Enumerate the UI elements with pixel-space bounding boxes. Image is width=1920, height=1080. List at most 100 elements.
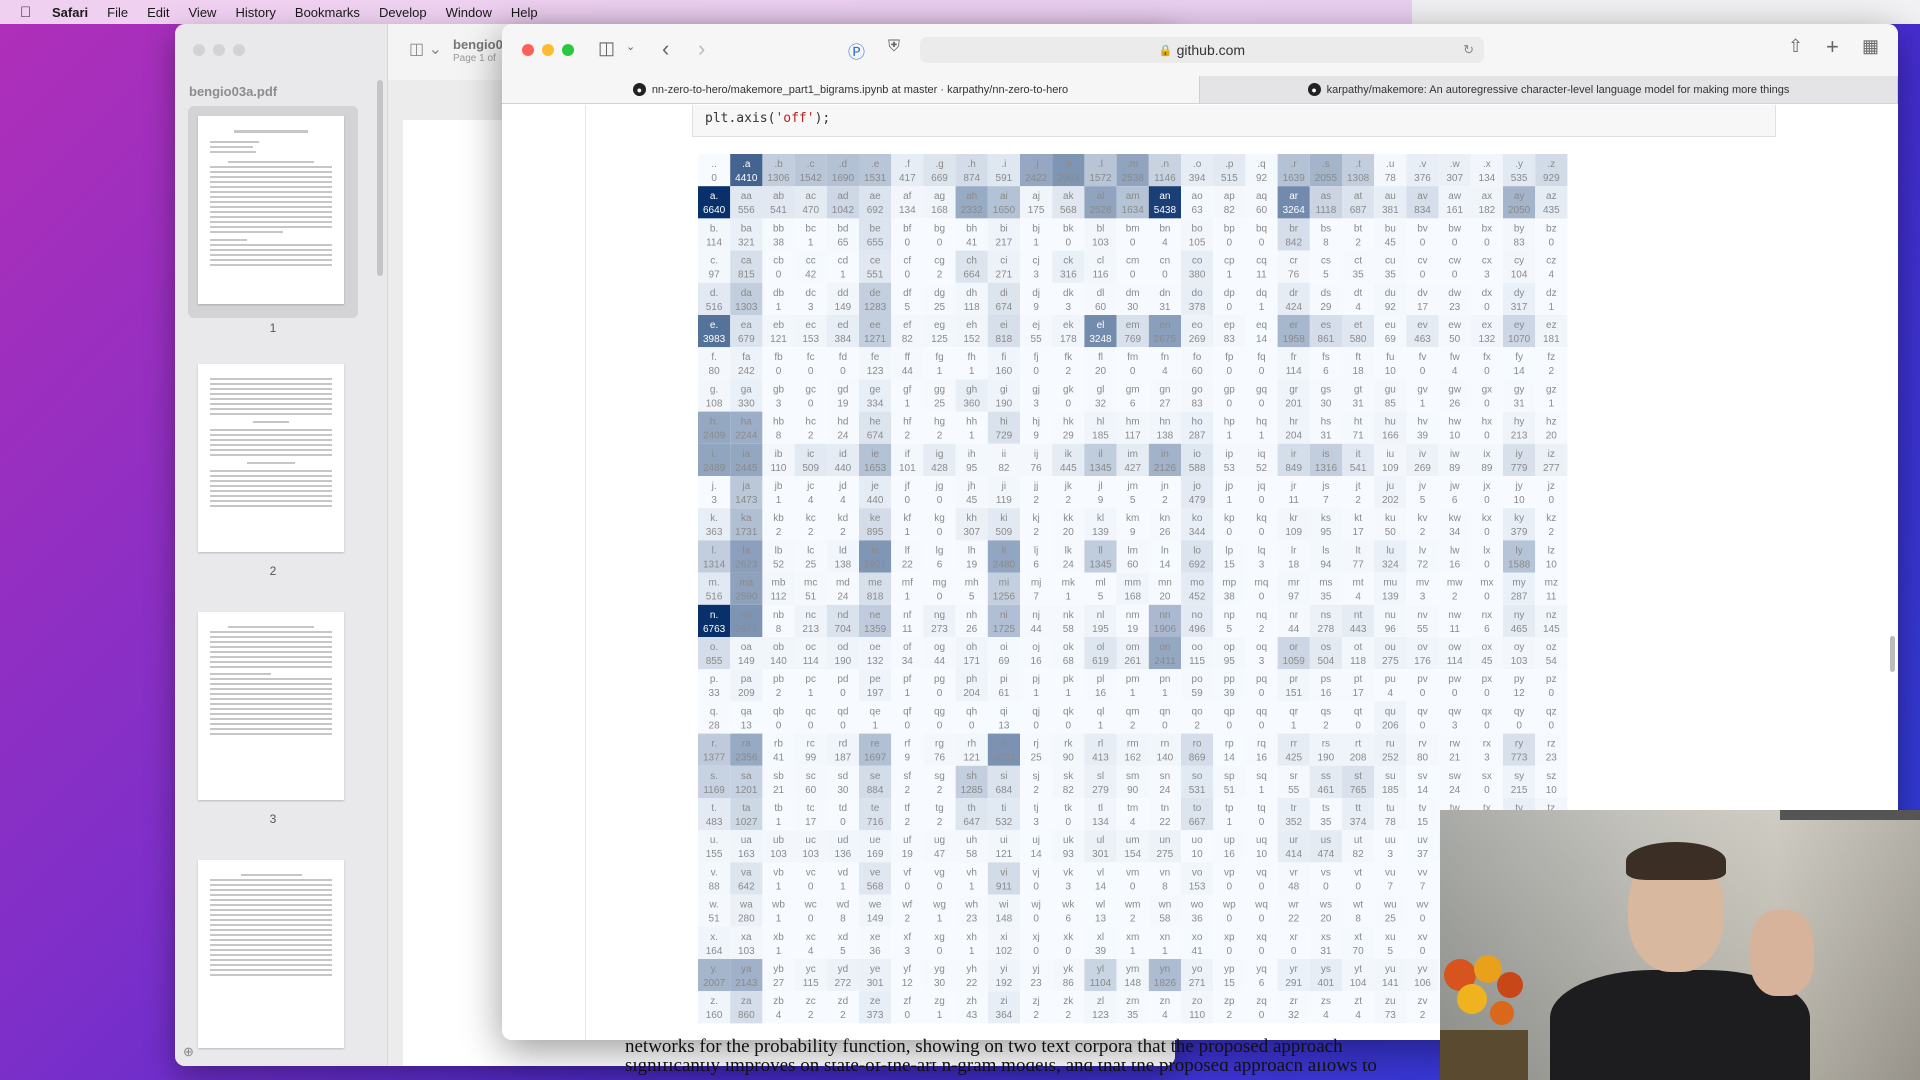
cell-bigram-label: .d bbox=[839, 159, 847, 170]
cell-bigram-label: tq bbox=[1257, 803, 1265, 814]
cell-bigram-label: dq bbox=[1256, 288, 1267, 299]
cell-count-label: 116 bbox=[1093, 270, 1109, 281]
menu-app-name[interactable]: Safari bbox=[52, 5, 88, 20]
cell-count-label: 5438 bbox=[1154, 205, 1177, 216]
cell-bigram-label: il bbox=[1098, 449, 1102, 460]
cell-count-label: 0 bbox=[1033, 720, 1039, 731]
cell-count-label: 6 bbox=[1259, 978, 1265, 989]
sidebar-scrollbar[interactable] bbox=[377, 80, 383, 276]
tab-notebook[interactable]: ● nn-zero-to-hero/makemore_part1_bigrams… bbox=[502, 76, 1200, 103]
cell-bigram-label: sz bbox=[1546, 771, 1556, 782]
cell-count-label: 655 bbox=[867, 237, 884, 248]
cell-bigram-label: ij bbox=[1034, 449, 1038, 460]
cell-bigram-label: us bbox=[1321, 835, 1332, 846]
cell-count-label: 32 bbox=[1095, 398, 1107, 409]
menu-develop[interactable]: Develop bbox=[379, 5, 427, 20]
cell-bigram-label: eg bbox=[934, 320, 945, 331]
cell-count-label: 0 bbox=[905, 881, 911, 892]
cell-bigram-label: kx bbox=[1482, 513, 1492, 524]
cell-bigram-label: gm bbox=[1126, 384, 1140, 395]
cell-bigram-label: qm bbox=[1126, 706, 1140, 717]
menu-window[interactable]: Window bbox=[446, 5, 492, 20]
preview-zoom-button[interactable] bbox=[233, 44, 245, 56]
cell-bigram-label: bj bbox=[1032, 223, 1040, 234]
cell-count-label: 0 bbox=[840, 688, 846, 699]
cell-count-label: 82 bbox=[1224, 205, 1236, 216]
password-manager-icon[interactable]: Ⓟ bbox=[848, 38, 865, 63]
preview-close-button[interactable] bbox=[193, 44, 205, 56]
cell-count-label: 8 bbox=[776, 624, 782, 635]
reload-icon[interactable]: ↻ bbox=[1463, 42, 1474, 58]
cell-bigram-label: mu bbox=[1383, 578, 1397, 589]
tab-overview-icon[interactable]: ▦ bbox=[1862, 36, 1879, 57]
cell-bigram-label: sx bbox=[1482, 771, 1492, 782]
cell-count-label: 178 bbox=[1060, 334, 1077, 345]
cell-count-label: 39 bbox=[1224, 688, 1236, 699]
cell-bigram-label: gf bbox=[903, 384, 912, 395]
close-button[interactable] bbox=[522, 44, 534, 56]
menu-help[interactable]: Help bbox=[511, 5, 538, 20]
cell-bigram-label: nd bbox=[837, 610, 848, 621]
cell-count-label: 330 bbox=[738, 398, 755, 409]
cell-bigram-label: .z bbox=[1547, 159, 1555, 170]
code-cell[interactable]: plt.axis('off'); bbox=[692, 105, 1776, 137]
preview-minimize-button[interactable] bbox=[213, 44, 225, 56]
cell-bigram-label: ax bbox=[1482, 191, 1493, 202]
cell-bigram-label: mq bbox=[1255, 578, 1269, 589]
chevron-down-icon[interactable]: ⌄ bbox=[626, 40, 635, 53]
zoom-button[interactable] bbox=[562, 44, 574, 56]
cell-count-label: 89 bbox=[1481, 463, 1493, 474]
page-thumbnail-2[interactable]: 2 bbox=[188, 354, 358, 578]
cell-bigram-label: je bbox=[870, 481, 879, 492]
cell-bigram-label: es bbox=[1321, 320, 1332, 331]
cell-bigram-label: sq bbox=[1256, 771, 1267, 782]
shield-icon[interactable]: ⛨ bbox=[888, 38, 900, 56]
menu-edit[interactable]: Edit bbox=[147, 5, 169, 20]
cell-count-label: 1725 bbox=[993, 624, 1016, 635]
cell-bigram-label: hp bbox=[1224, 417, 1236, 428]
add-page-icon[interactable]: ⊕ bbox=[183, 1044, 194, 1060]
menu-file[interactable]: File bbox=[107, 5, 128, 20]
address-bar[interactable]: 🔒 github.com ↻ bbox=[920, 37, 1484, 63]
cell-count-label: 3248 bbox=[1089, 334, 1112, 345]
sidebar-toggle-icon[interactable]: ◫ ⌄ bbox=[409, 39, 442, 59]
minimize-button[interactable] bbox=[542, 44, 554, 56]
cell-count-label: 307 bbox=[1446, 173, 1463, 184]
cell-count-label: 277 bbox=[1543, 463, 1560, 474]
page-thumbnail-1[interactable]: 1 bbox=[188, 106, 358, 335]
cell-count-label: 138 bbox=[1157, 431, 1174, 442]
cell-count-label: 6 bbox=[1484, 624, 1490, 635]
cell-bigram-label: ut bbox=[1354, 835, 1363, 846]
page-thumbnail-4[interactable] bbox=[188, 850, 358, 1066]
cell-count-label: 3 bbox=[1484, 270, 1490, 281]
menu-view[interactable]: View bbox=[189, 5, 217, 20]
share-icon[interactable]: ⇧ bbox=[1788, 36, 1803, 57]
cell-count-label: 151 bbox=[1285, 688, 1302, 699]
cell-bigram-label: hm bbox=[1126, 417, 1140, 428]
page-scrollbar[interactable] bbox=[1890, 636, 1895, 672]
cell-bigram-label: iz bbox=[1548, 449, 1555, 460]
cell-bigram-label: zf bbox=[903, 996, 911, 1007]
cell-count-label: 44 bbox=[934, 656, 946, 667]
cell-count-label: 106 bbox=[1414, 978, 1431, 989]
forward-icon[interactable]: › bbox=[698, 36, 705, 62]
cell-bigram-label: pr bbox=[1289, 674, 1299, 685]
apple-menu-icon[interactable]:  bbox=[20, 4, 38, 21]
tab-makemore[interactable]: ● karpathy/makemore: An autoregressive c… bbox=[1200, 76, 1898, 103]
cell-count-label: 60 bbox=[1127, 559, 1139, 570]
tab-bar: ● nn-zero-to-hero/makemore_part1_bigrams… bbox=[502, 76, 1898, 104]
cell-bigram-label: jm bbox=[1126, 481, 1138, 492]
new-tab-icon[interactable]: + bbox=[1826, 34, 1839, 60]
cell-count-label: 190 bbox=[1318, 753, 1335, 764]
cell-count-label: 4 bbox=[1162, 237, 1168, 248]
back-icon[interactable]: ‹ bbox=[662, 36, 669, 62]
menu-history[interactable]: History bbox=[235, 5, 275, 20]
cell-bigram-label: vn bbox=[1160, 867, 1171, 878]
page-thumbnail-3[interactable]: 3 bbox=[188, 602, 358, 826]
menu-bookmarks[interactable]: Bookmarks bbox=[295, 5, 360, 20]
sidebar-toggle-icon[interactable]: ◫ bbox=[598, 38, 615, 59]
cell-bigram-label: an bbox=[1159, 191, 1170, 202]
cell-bigram-label: iw bbox=[1450, 449, 1460, 460]
cell-bigram-label: gw bbox=[1448, 384, 1462, 395]
cell-bigram-label: of bbox=[903, 642, 912, 653]
